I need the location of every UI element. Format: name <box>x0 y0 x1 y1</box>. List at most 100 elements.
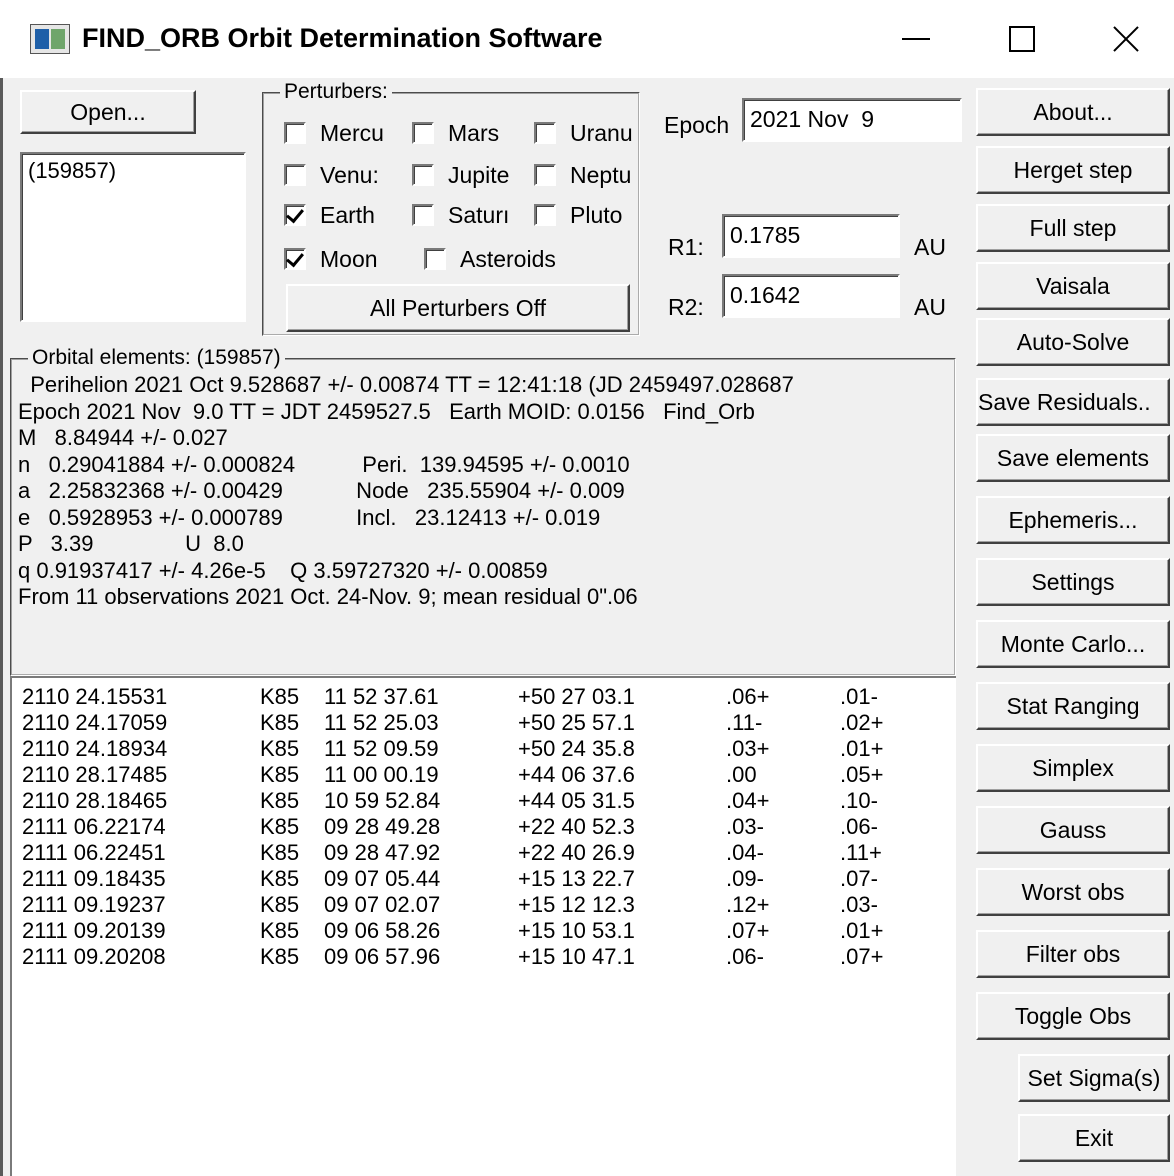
monte-carlo-button[interactable]: Monte Carlo... <box>976 620 1170 668</box>
obs-dec: +50 27 03.1 <box>518 684 635 709</box>
elements-line: Epoch 2021 Nov 9.0 TT = JDT 2459527.5 Ea… <box>18 398 755 424</box>
maximize-icon <box>1009 26 1035 52</box>
simplex-button[interactable]: Simplex <box>976 744 1170 792</box>
checkbox-box[interactable] <box>534 122 556 144</box>
toggle-obs-button[interactable]: Toggle Obs <box>976 992 1170 1040</box>
all-perturbers-off-button[interactable]: All Perturbers Off <box>286 284 630 332</box>
obs-res-dec: .01- <box>840 684 878 709</box>
r2-unit: AU <box>914 294 946 320</box>
obs-res-dec: .10- <box>840 788 878 813</box>
r2-input[interactable]: 0.1642 <box>722 274 900 318</box>
checkbox-box[interactable] <box>534 204 556 226</box>
observation-row[interactable]: 2110 28.18465 K85 10 59 52.84 +44 05 31.5 .0… <box>22 788 922 814</box>
title-bar: FIND_ORB Orbit Determination Software <box>0 0 1174 78</box>
obs-code: K85 <box>260 840 300 865</box>
obs-date: 2110 28.18465 <box>22 788 168 813</box>
checkbox-venus[interactable]: Venu: <box>284 160 402 190</box>
obs-res-dec: .01+ <box>840 736 884 761</box>
checkbox-mercury[interactable]: Mercu <box>284 118 402 148</box>
checkbox-box[interactable] <box>412 122 434 144</box>
checkbox-box[interactable] <box>284 248 306 270</box>
checkbox-box[interactable] <box>534 164 556 186</box>
checkbox-neptune[interactable]: Neptu <box>534 160 638 190</box>
observation-row[interactable]: 2111 09.20208 K85 09 06 57.96 +15 10 47.1 .0… <box>22 944 922 970</box>
auto-solve-button[interactable]: Auto-Solve <box>976 318 1170 366</box>
checkbox-box[interactable] <box>412 204 434 226</box>
checkbox-saturn[interactable]: Saturı <box>412 200 530 230</box>
obs-ra: 09 07 02.07 <box>324 892 441 917</box>
checkbox-asteroids[interactable]: Asteroids <box>424 244 584 274</box>
epoch-input[interactable]: 2021 Nov 9 <box>742 98 962 142</box>
checkbox-box[interactable] <box>424 248 446 270</box>
obs-res-dec: .02+ <box>840 710 884 735</box>
ephemeris-button[interactable]: Ephemeris... <box>976 496 1170 544</box>
vaisala-button[interactable]: Vaisala <box>976 262 1170 310</box>
obs-date: 2111 09.20208 <box>22 944 166 969</box>
obs-ra: 09 28 47.92 <box>324 840 441 865</box>
checkbox-box[interactable] <box>284 204 306 226</box>
full-step-button[interactable]: Full step <box>976 204 1170 252</box>
obs-res-ra: .12+ <box>726 892 770 917</box>
obs-code: K85 <box>260 736 300 761</box>
maximize-button[interactable] <box>972 0 1072 78</box>
observation-row[interactable]: 2111 06.22451 K85 09 28 47.92 +22 40 26.9 .0… <box>22 840 922 866</box>
worst-obs-button[interactable]: Worst obs <box>976 868 1170 916</box>
obs-ra: 11 00 00.19 <box>324 762 439 787</box>
obs-ra: 10 59 52.84 <box>324 788 441 813</box>
checkbox-mars[interactable]: Mars <box>412 118 530 148</box>
obs-ra: 09 06 57.96 <box>324 944 441 969</box>
observation-row[interactable]: 2111 09.20139 K85 09 06 58.26 +15 10 53.1 .0… <box>22 918 922 944</box>
checkbox-box[interactable] <box>412 164 434 186</box>
checkbox-pluto[interactable]: Pluto <box>534 200 638 230</box>
close-button[interactable] <box>1076 0 1174 78</box>
window-title: FIND_ORB Orbit Determination Software <box>82 23 603 53</box>
obs-dec: +15 13 22.7 <box>518 866 635 891</box>
observation-row[interactable]: 2111 06.22174 K85 09 28 49.28 +22 40 52.3 .0… <box>22 814 922 840</box>
obs-ra: 09 06 58.26 <box>324 918 441 943</box>
obs-dec: +15 10 47.1 <box>518 944 635 969</box>
obs-code: K85 <box>260 944 300 969</box>
set-sigma-button[interactable]: Set Sigma(s) <box>1018 1054 1170 1102</box>
filter-obs-button[interactable]: Filter obs <box>976 930 1170 978</box>
obs-dec: +22 40 52.3 <box>518 814 635 839</box>
checkbox-jupiter[interactable]: Jupite <box>412 160 530 190</box>
obs-code: K85 <box>260 762 300 787</box>
checkbox-moon[interactable]: Moon <box>284 244 408 274</box>
stat-ranging-button[interactable]: Stat Ranging <box>976 682 1170 730</box>
observation-row[interactable]: 2110 24.17059 K85 11 52 25.03 +50 25 57.1 .1… <box>22 710 922 736</box>
observation-row[interactable]: 2110 24.18934 K85 11 52 09.59 +50 24 35.8 .0… <box>22 736 922 762</box>
obs-date: 2111 09.20139 <box>22 918 166 943</box>
obs-res-ra: .04+ <box>726 788 770 813</box>
obs-res-dec: .05+ <box>840 762 884 787</box>
open-button[interactable]: Open... <box>20 90 196 134</box>
obs-code: K85 <box>260 788 300 813</box>
observation-row[interactable]: 2110 24.15531 K85 11 52 37.61 +50 27 03.1 .0… <box>22 684 922 710</box>
obs-dec: +44 06 37.6 <box>518 762 635 787</box>
save-elements-button[interactable]: Save elements <box>976 434 1170 482</box>
save-residuals-button[interactable]: Save Residuals.. <box>976 378 1170 426</box>
observation-row[interactable]: 2111 09.18435 K85 09 07 05.44 +15 13 22.7 .0… <box>22 866 922 892</box>
minimize-button[interactable] <box>866 0 966 78</box>
r1-label: R1: <box>668 234 704 260</box>
herget-step-button[interactable]: Herget step <box>976 146 1170 194</box>
observation-row[interactable]: 2111 09.19237 K85 09 07 02.07 +15 12 12.3 .1… <box>22 892 922 918</box>
observation-row[interactable]: 2110 28.17485 K85 11 00 00.19 +44 06 37.6 .0… <box>22 762 922 788</box>
gauss-button[interactable]: Gauss <box>976 806 1170 854</box>
obs-code: K85 <box>260 710 300 735</box>
settings-button[interactable]: Settings <box>976 558 1170 606</box>
exit-button[interactable]: Exit <box>1018 1114 1170 1162</box>
checkbox-uranus[interactable]: Uranu <box>534 118 638 148</box>
object-list[interactable]: (159857) <box>20 152 246 322</box>
obs-dec: +50 24 35.8 <box>518 736 635 761</box>
obs-res-ra: .09- <box>726 866 764 891</box>
checkbox-earth[interactable]: Earth <box>284 200 402 230</box>
obs-dec: +50 25 57.1 <box>518 710 635 735</box>
app-window-icon[interactable] <box>30 24 70 54</box>
object-list-item[interactable]: (159857) <box>28 158 238 184</box>
checkbox-box[interactable] <box>284 122 306 144</box>
checkbox-box[interactable] <box>284 164 306 186</box>
about-button[interactable]: About... <box>976 88 1170 136</box>
r1-input[interactable]: 0.1785 <box>722 214 900 258</box>
observations-list[interactable]: 2110 24.15531 K85 11 52 37.61 +50 27 03.1 .0… <box>10 676 956 1176</box>
elements-line: a 2.25832368 +/- 0.00429 Node 235.55904 … <box>18 478 625 503</box>
